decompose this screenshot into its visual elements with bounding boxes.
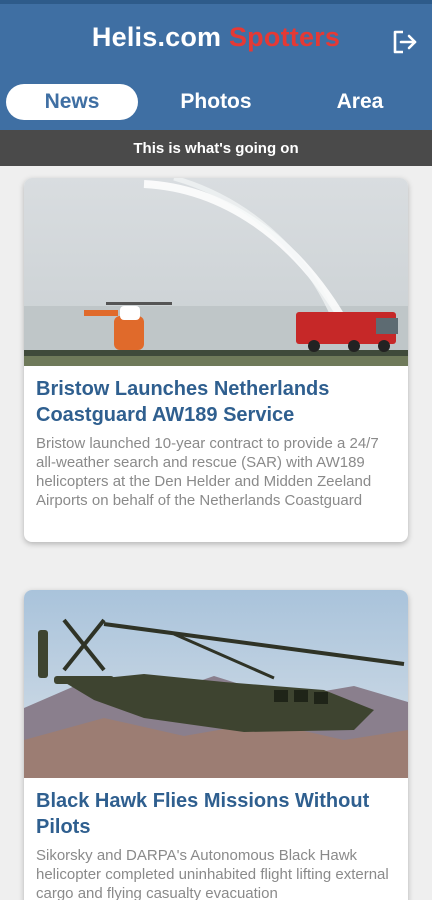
article-description: Bristow launched 10-year contract to pro… [36,435,379,509]
tab-news[interactable]: News [6,84,138,120]
tab-photos[interactable]: Photos [150,84,282,120]
app-header: Helis.com Spotters [0,4,432,80]
news-card[interactable]: Bristow Launches Netherlands Coastguard … [24,178,408,542]
app-title-accent: Spotters [228,22,341,52]
logout-icon[interactable] [390,28,418,56]
app-title-brand: Helis.com [91,22,222,52]
article-title[interactable]: Black Hawk Flies Missions Without Pilots [24,778,408,840]
app-title: Helis.com Spotters [0,22,432,53]
news-feed[interactable]: Bristow Launches Netherlands Coastguard … [0,166,432,900]
tab-bar: News Photos Area [0,80,432,130]
tab-area[interactable]: Area [300,84,420,120]
article-title[interactable]: Bristow Launches Netherlands Coastguard … [24,366,408,428]
article-image [24,590,408,778]
section-subtitle: This is what's going on [0,130,432,166]
article-image [24,178,408,366]
article-description: Sikorsky and DARPA's Autonomous Black Ha… [36,847,389,900]
news-card[interactable]: Black Hawk Flies Missions Without Pilots… [24,590,408,900]
